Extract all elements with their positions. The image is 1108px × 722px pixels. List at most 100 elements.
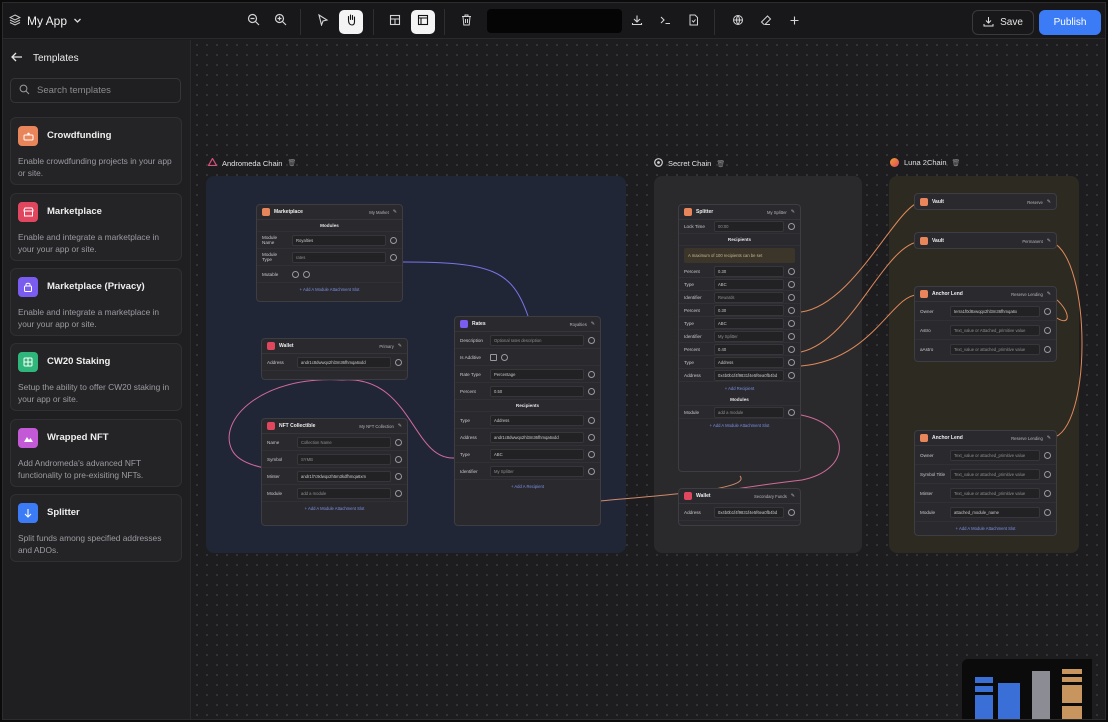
toggle-icon[interactable] — [292, 270, 299, 278]
add-button[interactable] — [782, 10, 806, 34]
template-card-cw20-staking[interactable]: CW20 Staking Setup the ability to offer … — [10, 343, 182, 411]
field-select[interactable]: Address — [490, 414, 584, 426]
node-marketplace[interactable]: Marketplace My Market ✎ Modules Module N… — [256, 204, 403, 302]
info-icon[interactable] — [788, 223, 795, 230]
node-header[interactable]: NFT Collectible My NFT Collection ✎ — [262, 419, 407, 434]
info-icon[interactable] — [395, 472, 402, 480]
field-select[interactable]: ABC — [490, 448, 584, 460]
info-icon[interactable] — [1044, 346, 1051, 353]
edit-icon[interactable]: ✎ — [1047, 435, 1051, 441]
field-input[interactable]: Optional rates description — [490, 334, 584, 346]
edit-icon[interactable]: ✎ — [398, 423, 402, 429]
info-icon[interactable] — [588, 387, 595, 395]
info-icon[interactable] — [588, 336, 595, 344]
info-icon[interactable] — [303, 270, 310, 278]
node-header[interactable]: Marketplace My Market ✎ — [257, 205, 402, 220]
info-icon[interactable] — [1044, 508, 1051, 516]
field-input[interactable]: andr1l7c9dwqx2h5m3kdfhmqa6xm — [297, 470, 391, 482]
panel-toggle-button[interactable] — [411, 10, 435, 34]
template-search-input[interactable]: Search templates — [10, 78, 181, 103]
info-icon[interactable] — [1044, 470, 1051, 478]
publish-button[interactable]: Publish — [1039, 10, 1101, 35]
info-icon[interactable] — [788, 408, 795, 416]
node-nft-collectible[interactable]: NFT Collectible My NFT Collection ✎ Name… — [261, 418, 408, 526]
node-header[interactable]: Rates Royalties ✎ — [455, 317, 600, 332]
flow-canvas[interactable]: Andromeda Chain 🗑 Secret Chain 🗑 Luna 2C… — [192, 40, 1105, 719]
node-wallet-primary[interactable]: Wallet Primary ✎ Address andr1c8dwwqx2hl3… — [261, 338, 408, 380]
trash-icon[interactable]: 🗑 — [287, 159, 296, 167]
add-module-link[interactable]: + Add A Module Attachment Slot — [679, 419, 800, 431]
field-input[interactable]: SYMB — [297, 453, 391, 465]
node-vault-permanent[interactable]: Vault Permanent ✎ — [914, 232, 1057, 249]
info-icon[interactable] — [788, 332, 795, 340]
node-splitter[interactable]: Splitter My Splitter ✎ Lock Time 00:00 Re… — [678, 204, 801, 472]
zoom-out-button[interactable] — [241, 10, 265, 34]
terminal-button[interactable] — [653, 10, 677, 34]
info-icon[interactable] — [501, 353, 508, 361]
info-icon[interactable] — [1044, 489, 1051, 497]
trash-icon[interactable]: 🗑 — [716, 160, 725, 168]
node-header[interactable]: Wallet Secondary Funds ✎ — [679, 489, 800, 504]
info-icon[interactable] — [588, 433, 595, 441]
info-icon[interactable] — [395, 489, 402, 497]
template-card-wrapped-nft[interactable]: Wrapped NFT Add Andromeda's advanced NFT… — [10, 419, 182, 487]
add-module-link[interactable]: + Add A Module Attachment Slot — [915, 522, 1056, 534]
info-icon[interactable] — [788, 280, 795, 288]
field-input[interactable]: Royalties — [292, 234, 386, 246]
add-recipient-link[interactable]: + Add Recipient — [679, 382, 800, 394]
info-icon[interactable] — [788, 293, 795, 301]
pan-tool-button[interactable] — [339, 10, 363, 34]
node-header[interactable]: Splitter My Splitter ✎ — [679, 205, 800, 220]
field-input[interactable]: Collection Name — [297, 436, 391, 448]
info-icon[interactable] — [588, 370, 595, 378]
eraser-button[interactable] — [754, 10, 778, 34]
info-icon[interactable] — [395, 455, 402, 463]
edit-icon[interactable]: ✎ — [1047, 199, 1051, 205]
info-icon[interactable] — [788, 358, 795, 366]
save-button[interactable]: Save — [972, 10, 1034, 35]
template-card-splitter[interactable]: Splitter Split funds among specified add… — [10, 494, 182, 562]
info-icon[interactable] — [788, 345, 795, 353]
edit-icon[interactable]: ✎ — [791, 493, 795, 499]
template-card-marketplace[interactable]: Marketplace Enable and integrate a marke… — [10, 193, 182, 261]
node-header[interactable]: Wallet Primary ✎ — [262, 339, 407, 354]
node-header[interactable]: Anchor Lend Reserve Lending ✎ — [915, 287, 1056, 302]
field-input[interactable]: andr1c8dwwqx2hl3m36fhmqa6xdd — [297, 356, 391, 368]
info-icon[interactable] — [788, 319, 795, 327]
field-input[interactable]: 0.50 — [490, 385, 584, 397]
info-icon[interactable] — [395, 358, 402, 366]
info-icon[interactable] — [788, 508, 795, 516]
checkbox[interactable] — [490, 353, 497, 361]
info-icon[interactable] — [1044, 326, 1051, 334]
add-module-link[interactable]: + Add A Module Attachment Slot — [262, 502, 407, 514]
edit-icon[interactable]: ✎ — [591, 321, 595, 327]
edit-icon[interactable]: ✎ — [393, 209, 397, 215]
delete-button[interactable] — [454, 10, 478, 34]
field-input[interactable]: andr1c8dwwqx2hl3m36fhmqa6xdd — [490, 431, 584, 443]
minimap[interactable] — [962, 659, 1092, 719]
app-switcher[interactable]: My App — [8, 11, 82, 31]
info-icon[interactable] — [788, 306, 795, 314]
chain-selector[interactable] — [487, 9, 622, 33]
add-module-link[interactable]: + Add A Module Attachment Slot — [257, 283, 402, 295]
node-anchor-lend-2[interactable]: Anchor Lend Reserve Lending ✎ Owner Text_… — [914, 430, 1057, 536]
node-anchor-lend-1[interactable]: Anchor Lend Reserve Lending ✎ Owner terra… — [914, 286, 1057, 362]
info-icon[interactable] — [395, 438, 402, 446]
info-icon[interactable] — [588, 416, 595, 424]
field-input[interactable]: 00:00 — [714, 221, 784, 232]
node-header[interactable]: Anchor Lend Reserve Lending ✎ — [915, 431, 1056, 446]
back-arrow-icon[interactable] — [11, 52, 23, 65]
info-icon[interactable] — [390, 253, 397, 261]
edit-icon[interactable]: ✎ — [398, 343, 402, 349]
node-header[interactable]: Vault Permanent ✎ — [915, 233, 1056, 248]
field-input[interactable]: My Splitter — [490, 465, 584, 477]
edit-icon[interactable]: ✎ — [1047, 238, 1051, 244]
field-select[interactable]: Percentage — [490, 368, 584, 380]
info-icon[interactable] — [1044, 451, 1051, 459]
edit-icon[interactable]: ✎ — [1047, 291, 1051, 297]
network-button[interactable] — [726, 10, 750, 34]
template-card-marketplace-privacy[interactable]: Marketplace (Privacy) Enable and integra… — [10, 268, 182, 336]
node-vault-reserve[interactable]: Vault Reserve ✎ — [914, 193, 1057, 210]
select-tool-button[interactable] — [311, 10, 335, 34]
info-icon[interactable] — [788, 371, 795, 379]
